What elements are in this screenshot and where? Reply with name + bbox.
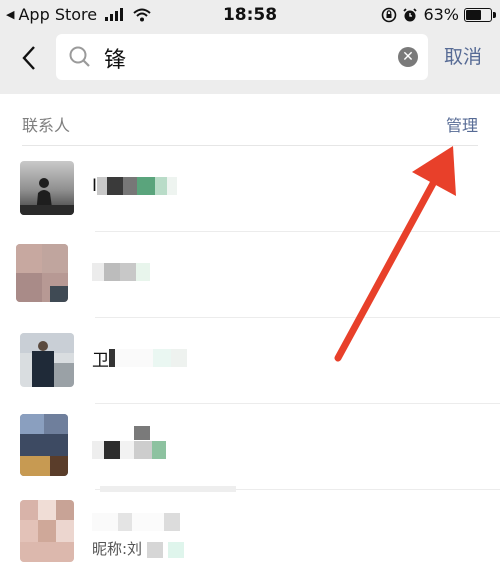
clear-icon[interactable]: ✕ [398, 47, 418, 67]
contact-name: 卫 [92, 348, 187, 371]
contact-name: Ⅰ [92, 176, 178, 196]
contact-name-prefix: 卫 [92, 350, 109, 371]
battery-fill [466, 9, 482, 20]
contact-row[interactable]: 卫 [0, 318, 500, 404]
contact-name [92, 440, 166, 460]
search-header: 锋 ✕ 取消 [0, 30, 500, 86]
contact-nickname: 昵称:刘 [92, 538, 184, 559]
contacts-section-header: 联系人 管理 [0, 94, 500, 144]
silhouette-icon [20, 178, 74, 215]
search-results: 联系人 管理 Ⅰ 卫 昵称:刘 [0, 94, 500, 584]
pixelated-block [100, 486, 236, 492]
search-input[interactable]: 锋 ✕ [56, 34, 428, 80]
section-title: 联系人 [22, 116, 71, 135]
avatar [20, 500, 74, 562]
contact-name [92, 512, 180, 532]
alarm-icon [403, 7, 418, 21]
contact-name [92, 262, 150, 282]
battery-icon [464, 7, 496, 22]
avatar [20, 333, 74, 387]
contact-row[interactable]: Ⅰ [0, 146, 500, 232]
pixelated-block [134, 426, 150, 440]
contact-row[interactable] [0, 404, 500, 490]
search-icon [69, 46, 90, 67]
avatar [20, 414, 68, 476]
contact-row[interactable] [0, 232, 500, 318]
battery-percent: 63% [423, 5, 459, 24]
cancel-button[interactable]: 取消 [444, 42, 482, 69]
avatar [16, 244, 68, 302]
status-right: 63% [381, 5, 496, 24]
back-button[interactable] [14, 40, 44, 76]
back-chevron-icon [22, 46, 35, 70]
status-bar: ◀ App Store 18:58 63% [0, 0, 500, 30]
search-query[interactable]: 锋 [104, 42, 126, 74]
manage-button[interactable]: 管理 [446, 112, 478, 136]
avatar [20, 161, 74, 215]
orientation-lock-icon [382, 7, 397, 22]
contact-row[interactable]: 昵称:刘 [0, 486, 500, 584]
